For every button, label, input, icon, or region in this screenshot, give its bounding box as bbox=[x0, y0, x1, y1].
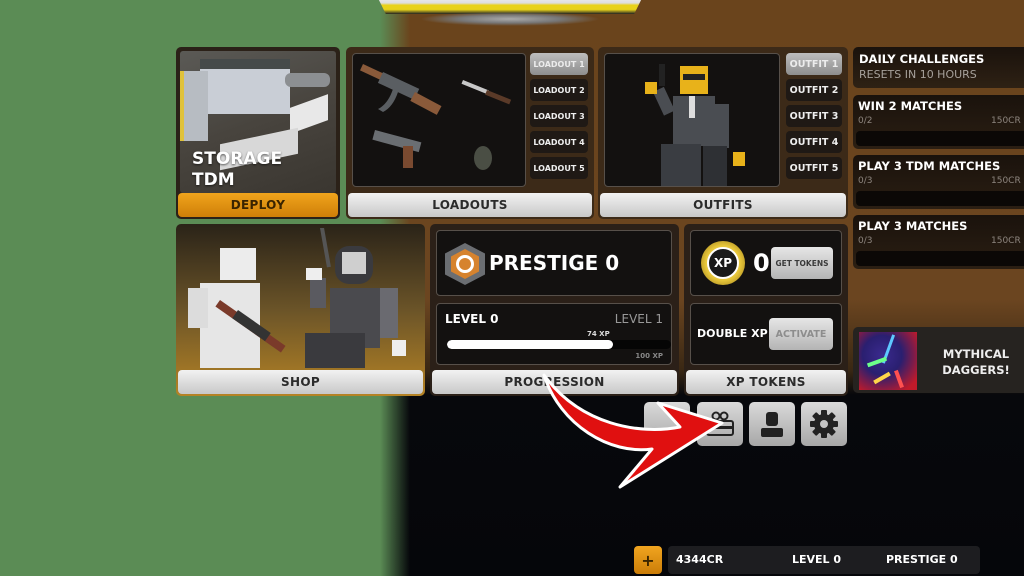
loadout-tab-1[interactable]: LOADOUT 1 bbox=[530, 53, 588, 75]
knife-icon bbox=[461, 80, 512, 105]
daily-challenges-reset: RESETS IN 10 HOURS bbox=[859, 68, 977, 81]
challenge-progress-bar bbox=[856, 131, 1024, 146]
deploy-button[interactable]: DEPLOY bbox=[178, 193, 338, 217]
rifle-icon bbox=[360, 64, 442, 115]
gear-icon bbox=[810, 410, 838, 438]
outfit-tab-5[interactable]: OUTFIT 5 bbox=[786, 157, 842, 179]
challenge-item: PLAY 3 TDM MATCHES 0/3 150CR bbox=[853, 155, 1024, 209]
grenade-icon bbox=[474, 146, 492, 170]
game-logo-swirl bbox=[420, 12, 600, 26]
prestige-box: PRESTIGE 0 bbox=[436, 230, 672, 296]
challenge-reward: 150CR bbox=[991, 116, 1021, 126]
xp-progress-fill bbox=[447, 340, 613, 349]
xp-coin-label: XP bbox=[707, 247, 739, 279]
outfit-tab-list: OUTFIT 1 OUTFIT 2 OUTFIT 3 OUTFIT 4 OUTF… bbox=[786, 53, 842, 179]
pistol-icon bbox=[372, 130, 422, 168]
token-box: XP 0 GET TOKENS bbox=[690, 230, 842, 296]
outfit-tab-1[interactable]: OUTFIT 1 bbox=[786, 53, 842, 75]
promo-line1: MYTHICAL bbox=[942, 347, 1010, 361]
get-tokens-button[interactable]: GET TOKENS bbox=[771, 247, 833, 279]
profile-icon bbox=[761, 412, 783, 437]
xp-max: 100 XP bbox=[635, 352, 663, 360]
daily-challenges-title: DAILY CHALLENGES bbox=[859, 52, 985, 66]
annotation-arrow-icon bbox=[542, 373, 724, 489]
outfit-tab-2[interactable]: OUTFIT 2 bbox=[786, 79, 842, 101]
outfit-preview bbox=[604, 53, 780, 187]
map-preview-image: STORAGE TDM bbox=[180, 51, 336, 193]
shop-characters-image bbox=[188, 228, 406, 368]
weapons-preview-icon bbox=[360, 64, 512, 170]
token-count: 0 bbox=[753, 249, 770, 277]
loadout-tab-3[interactable]: LOADOUT 3 bbox=[530, 105, 588, 127]
double-xp-box: DOUBLE XP ACTIVATE bbox=[690, 303, 842, 365]
challenge-name: PLAY 3 MATCHES bbox=[858, 219, 968, 233]
level-current: LEVEL 0 bbox=[445, 312, 499, 326]
level-box: LEVEL 0 LEVEL 1 74 XP 100 XP bbox=[436, 303, 672, 365]
deploy-card[interactable]: STORAGE TDM DEPLOY bbox=[176, 47, 340, 219]
outfit-tab-4[interactable]: OUTFIT 4 bbox=[786, 131, 842, 153]
challenge-reward: 150CR bbox=[991, 176, 1021, 186]
status-bar: 4344CR LEVEL 0 PRESTIGE 0 bbox=[668, 546, 980, 574]
challenge-progress: 0/2 bbox=[858, 116, 873, 126]
xp-coin-icon: XP bbox=[701, 241, 745, 285]
promo-line2: DAGGERS! bbox=[942, 363, 1010, 377]
daily-challenges-header: DAILY CHALLENGES RESETS IN 10 HOURS bbox=[853, 47, 1024, 88]
challenge-item: WIN 2 MATCHES 0/2 150CR bbox=[853, 95, 1024, 149]
loadout-tab-5[interactable]: LOADOUT 5 bbox=[530, 157, 588, 179]
add-credits-button[interactable]: + bbox=[634, 546, 662, 574]
loadout-tab-list: LOADOUT 1 LOADOUT 2 LOADOUT 3 LOADOUT 4 … bbox=[530, 53, 588, 179]
loadouts-card[interactable]: LOADOUT 1 LOADOUT 2 LOADOUT 3 LOADOUT 4 … bbox=[346, 47, 594, 219]
character-avatar-icon bbox=[645, 64, 745, 186]
promo-text: MYTHICAL DAGGERS! bbox=[929, 346, 1023, 378]
challenge-name: WIN 2 MATCHES bbox=[858, 99, 963, 113]
challenge-item: PLAY 3 MATCHES 0/3 150CR bbox=[853, 215, 1024, 269]
activate-button[interactable]: ACTIVATE bbox=[769, 318, 833, 350]
profile-button[interactable] bbox=[749, 402, 795, 446]
settings-button[interactable] bbox=[801, 402, 847, 446]
loadout-tab-2[interactable]: LOADOUT 2 bbox=[530, 79, 588, 101]
double-xp-label: DOUBLE XP bbox=[697, 327, 768, 340]
challenge-progress-bar bbox=[856, 191, 1024, 206]
outfits-button[interactable]: OUTFITS bbox=[600, 193, 846, 217]
shop-button[interactable]: SHOP bbox=[178, 370, 423, 394]
daggers-image bbox=[859, 332, 917, 390]
outfits-card[interactable]: OUTFIT 1 OUTFIT 2 OUTFIT 3 OUTFIT 4 OUTF… bbox=[598, 47, 848, 219]
xp-current: 74 XP bbox=[587, 330, 610, 338]
challenge-progress: 0/3 bbox=[858, 236, 873, 246]
shop-card[interactable]: SHOP bbox=[176, 224, 425, 396]
challenge-name: PLAY 3 TDM MATCHES bbox=[858, 159, 1001, 173]
loadout-tab-4[interactable]: LOADOUT 4 bbox=[530, 131, 588, 153]
promo-banner[interactable]: MYTHICAL DAGGERS! bbox=[853, 327, 1024, 393]
map-name: STORAGE TDM bbox=[192, 149, 282, 191]
challenge-progress: 0/3 bbox=[858, 176, 873, 186]
xp-progress-bar bbox=[447, 340, 671, 349]
map-name-line1: STORAGE bbox=[192, 149, 283, 169]
challenge-progress-bar bbox=[856, 251, 1024, 266]
prestige-title: PRESTIGE 0 bbox=[489, 251, 620, 275]
map-name-line2: TDM bbox=[192, 170, 235, 190]
credits-display: 4344CR bbox=[676, 553, 724, 566]
loadouts-button[interactable]: LOADOUTS bbox=[348, 193, 592, 217]
prestige-badge-icon bbox=[445, 243, 485, 285]
level-display: LEVEL 0 bbox=[792, 553, 842, 566]
level-next: LEVEL 1 bbox=[614, 312, 663, 326]
outfit-tab-3[interactable]: OUTFIT 3 bbox=[786, 105, 842, 127]
challenge-reward: 150CR bbox=[991, 236, 1021, 246]
loadout-preview bbox=[352, 53, 526, 187]
prestige-display: PRESTIGE 0 bbox=[886, 553, 958, 566]
